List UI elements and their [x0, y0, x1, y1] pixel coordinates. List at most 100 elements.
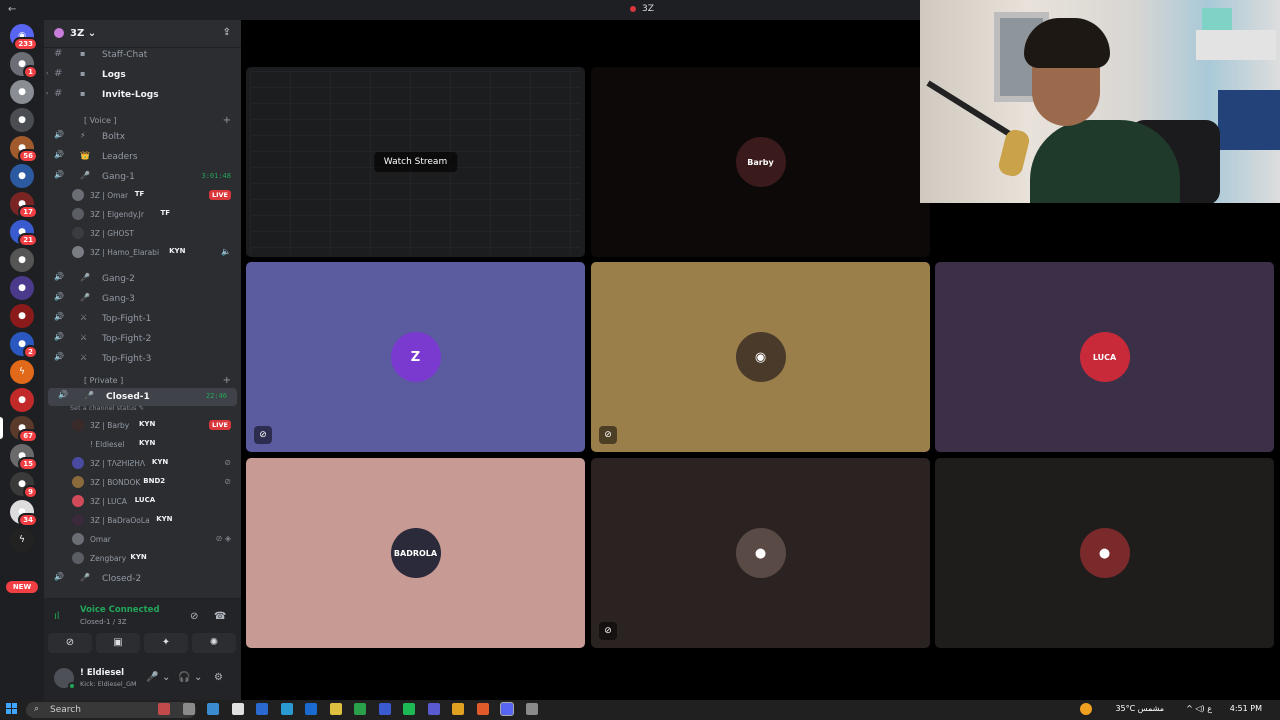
- taskbar-app-icon[interactable]: [476, 703, 489, 715]
- chevron-down-icon[interactable]: ⌄: [162, 672, 170, 683]
- voice-member[interactable]: 3Z | BONDOK BND2 ⊘: [44, 473, 241, 491]
- server-icon-14[interactable]: ●: [10, 388, 34, 412]
- voice-member[interactable]: 3Z | ƬΛƧHIƧHΛ KYN ⊘: [44, 454, 241, 472]
- stream-tile[interactable]: Watch Stream: [246, 67, 585, 257]
- server-icon-16[interactable]: ● 15: [10, 444, 38, 471]
- taskbar-app-icon[interactable]: [207, 703, 219, 715]
- tray-icons[interactable]: ^ ◁) ع: [1186, 704, 1212, 713]
- voice-member[interactable]: Omar ⊘ ◈: [44, 530, 241, 548]
- server-icon-15[interactable]: ● 67: [10, 416, 38, 443]
- voice-member[interactable]: 3Z | Barby KYN LIVE: [44, 416, 241, 434]
- clock[interactable]: 4:51 PM: [1230, 704, 1262, 713]
- window-title: 3Z: [630, 4, 654, 14]
- noise-suppression-icon[interactable]: ⊘: [190, 611, 198, 622]
- weather-label[interactable]: 35°C مشمس: [1115, 704, 1164, 713]
- server-icon-1[interactable]: ◉ 233: [10, 24, 38, 51]
- voice-status-title[interactable]: Voice Connected: [80, 605, 160, 615]
- voice-member[interactable]: Zengbary KYN: [44, 549, 241, 567]
- taskbar-app-icon[interactable]: [182, 703, 195, 715]
- watch-stream-button[interactable]: Watch Stream: [373, 152, 458, 172]
- voice-member[interactable]: 3Z | Omar TF LIVE: [44, 186, 241, 204]
- voice-channel-leaders[interactable]: 🔊 👑 Leaders: [44, 148, 241, 166]
- invite-people-icon[interactable]: ⇪: [223, 27, 231, 38]
- user-name[interactable]: ! Eldiesel: [80, 668, 124, 678]
- channel-status-hint[interactable]: Set a channel status ✎: [70, 404, 144, 412]
- signal-icon[interactable]: ıl: [54, 611, 60, 622]
- text-channel-invite-logs[interactable]: › # ▪ Invite-Logs: [44, 86, 241, 104]
- server-icon-10[interactable]: ●: [10, 276, 34, 300]
- taskbar-app-icon[interactable]: [500, 702, 514, 716]
- add-channel-icon[interactable]: +: [223, 115, 231, 126]
- voice-member[interactable]: 3Z | LUCA LUCA: [44, 492, 241, 510]
- bondok-tile[interactable]: ◉ ⊘: [591, 262, 930, 452]
- server-icon-19[interactable]: ϟ: [10, 528, 34, 552]
- voice-member[interactable]: 3Z | Elgendy.Jr TF: [44, 205, 241, 223]
- taskbar-app-icon[interactable]: [354, 703, 366, 715]
- camera-button[interactable]: ⊘: [48, 633, 92, 653]
- voice-member[interactable]: 3Z | GHOST: [44, 224, 241, 242]
- voice-member[interactable]: 3Z | Hamo_Elarabi KYN 🔈: [44, 243, 241, 261]
- tashisha-tile[interactable]: Z ⊘: [246, 262, 585, 452]
- luca-tile[interactable]: LUCA: [935, 262, 1274, 452]
- server-icon-6[interactable]: ●: [10, 164, 34, 188]
- server-icon-8[interactable]: ● 21: [10, 220, 38, 247]
- weather-sun-icon[interactable]: [1080, 703, 1092, 715]
- server-icon-3[interactable]: ●: [10, 80, 34, 104]
- taskbar-app-icon[interactable]: [427, 703, 440, 715]
- back-arrow-icon[interactable]: ←: [8, 4, 16, 15]
- category-private[interactable]: [ Private ] +: [44, 374, 241, 388]
- activities-button[interactable]: ✦: [144, 633, 188, 653]
- voice-member[interactable]: 3Z | BaDraOoLa KYN: [44, 511, 241, 529]
- chevron-down-icon[interactable]: ⌄: [194, 672, 202, 683]
- omar-tile[interactable]: ● ⊘: [591, 458, 930, 648]
- barby-tile[interactable]: Barby: [591, 67, 930, 257]
- server-icon-17[interactable]: ● 9: [10, 472, 38, 499]
- headphones-icon[interactable]: 🎧: [178, 672, 190, 683]
- server-icon-12[interactable]: ● 2: [10, 332, 38, 359]
- badraoola-tile[interactable]: BADROLA: [246, 458, 585, 648]
- taskbar-app-icon[interactable]: [403, 703, 415, 715]
- taskbar-app-icon[interactable]: [452, 703, 464, 715]
- voice-channel-boltx[interactable]: 🔊 ⚡ Boltx: [44, 128, 241, 146]
- taskbar-app-icon[interactable]: [256, 703, 268, 715]
- taskbar-app-icon[interactable]: [378, 703, 391, 715]
- microphone-icon[interactable]: 🎤: [146, 672, 158, 683]
- voice-channel-gang-2[interactable]: 🔊 🎤 Gang-2: [44, 270, 241, 288]
- server-icon-7[interactable]: ● 17: [10, 192, 38, 219]
- category-voice[interactable]: [ Voice ] +: [44, 114, 241, 128]
- server-icon-11[interactable]: ●: [10, 304, 34, 328]
- taskbar-search[interactable]: ⌕ Search: [26, 702, 196, 718]
- soundboard-button[interactable]: ✺: [192, 633, 236, 653]
- server-name[interactable]: 3Z ⌄: [70, 28, 96, 39]
- server-icon-2[interactable]: ● 1: [10, 52, 38, 79]
- zengbary-tile[interactable]: ●: [935, 458, 1274, 648]
- server-icon-13[interactable]: ϟ: [10, 360, 34, 384]
- windows-start-icon[interactable]: [6, 703, 18, 715]
- server-icon-4[interactable]: ●: [10, 108, 34, 132]
- voice-channel-top-fight-2[interactable]: 🔊 ⚔ Top-Fight-2: [44, 330, 241, 348]
- new-badge[interactable]: NEW: [6, 581, 38, 593]
- taskbar-app-icon[interactable]: [231, 703, 244, 715]
- voice-channel-path[interactable]: Closed-1 / 3Z: [80, 618, 127, 626]
- server-header[interactable]: 3Z ⌄ ⇪: [44, 20, 241, 48]
- voice-member[interactable]: ! Eldiesel KYN: [44, 435, 241, 453]
- server-icon-5[interactable]: ● 56: [10, 136, 38, 163]
- voice-channel-gang-3[interactable]: 🔊 🎤 Gang-3: [44, 290, 241, 308]
- voice-channel-top-fight-1[interactable]: 🔊 ⚔ Top-Fight-1: [44, 310, 241, 328]
- settings-gear-icon[interactable]: ⚙: [214, 672, 223, 683]
- voice-channel-top-fight-3[interactable]: 🔊 ⚔ Top-Fight-3: [44, 350, 241, 368]
- server-icon-18[interactable]: ● 34: [10, 500, 38, 527]
- add-channel-icon[interactable]: +: [223, 375, 231, 386]
- text-channel-logs[interactable]: › # ▪ Logs: [44, 66, 241, 84]
- screen-share-button[interactable]: ▣: [96, 633, 140, 653]
- voice-channel-gang-1[interactable]: 🔊 🎤 Gang-1 3:01:48: [44, 168, 241, 186]
- disconnect-icon[interactable]: ☎: [214, 611, 226, 622]
- taskbar-app-icon[interactable]: [329, 703, 342, 715]
- server-icon-9[interactable]: ●: [10, 248, 34, 272]
- text-channel-staff-chat[interactable]: # ▪ Staff-Chat: [44, 46, 241, 64]
- taskbar-app-icon[interactable]: [158, 703, 170, 715]
- taskbar-app-icon[interactable]: [305, 703, 317, 715]
- voice-channel-closed-2[interactable]: 🔊 🎤 Closed-2: [44, 570, 241, 588]
- taskbar-app-icon[interactable]: [525, 703, 538, 715]
- taskbar-app-icon[interactable]: [280, 703, 293, 715]
